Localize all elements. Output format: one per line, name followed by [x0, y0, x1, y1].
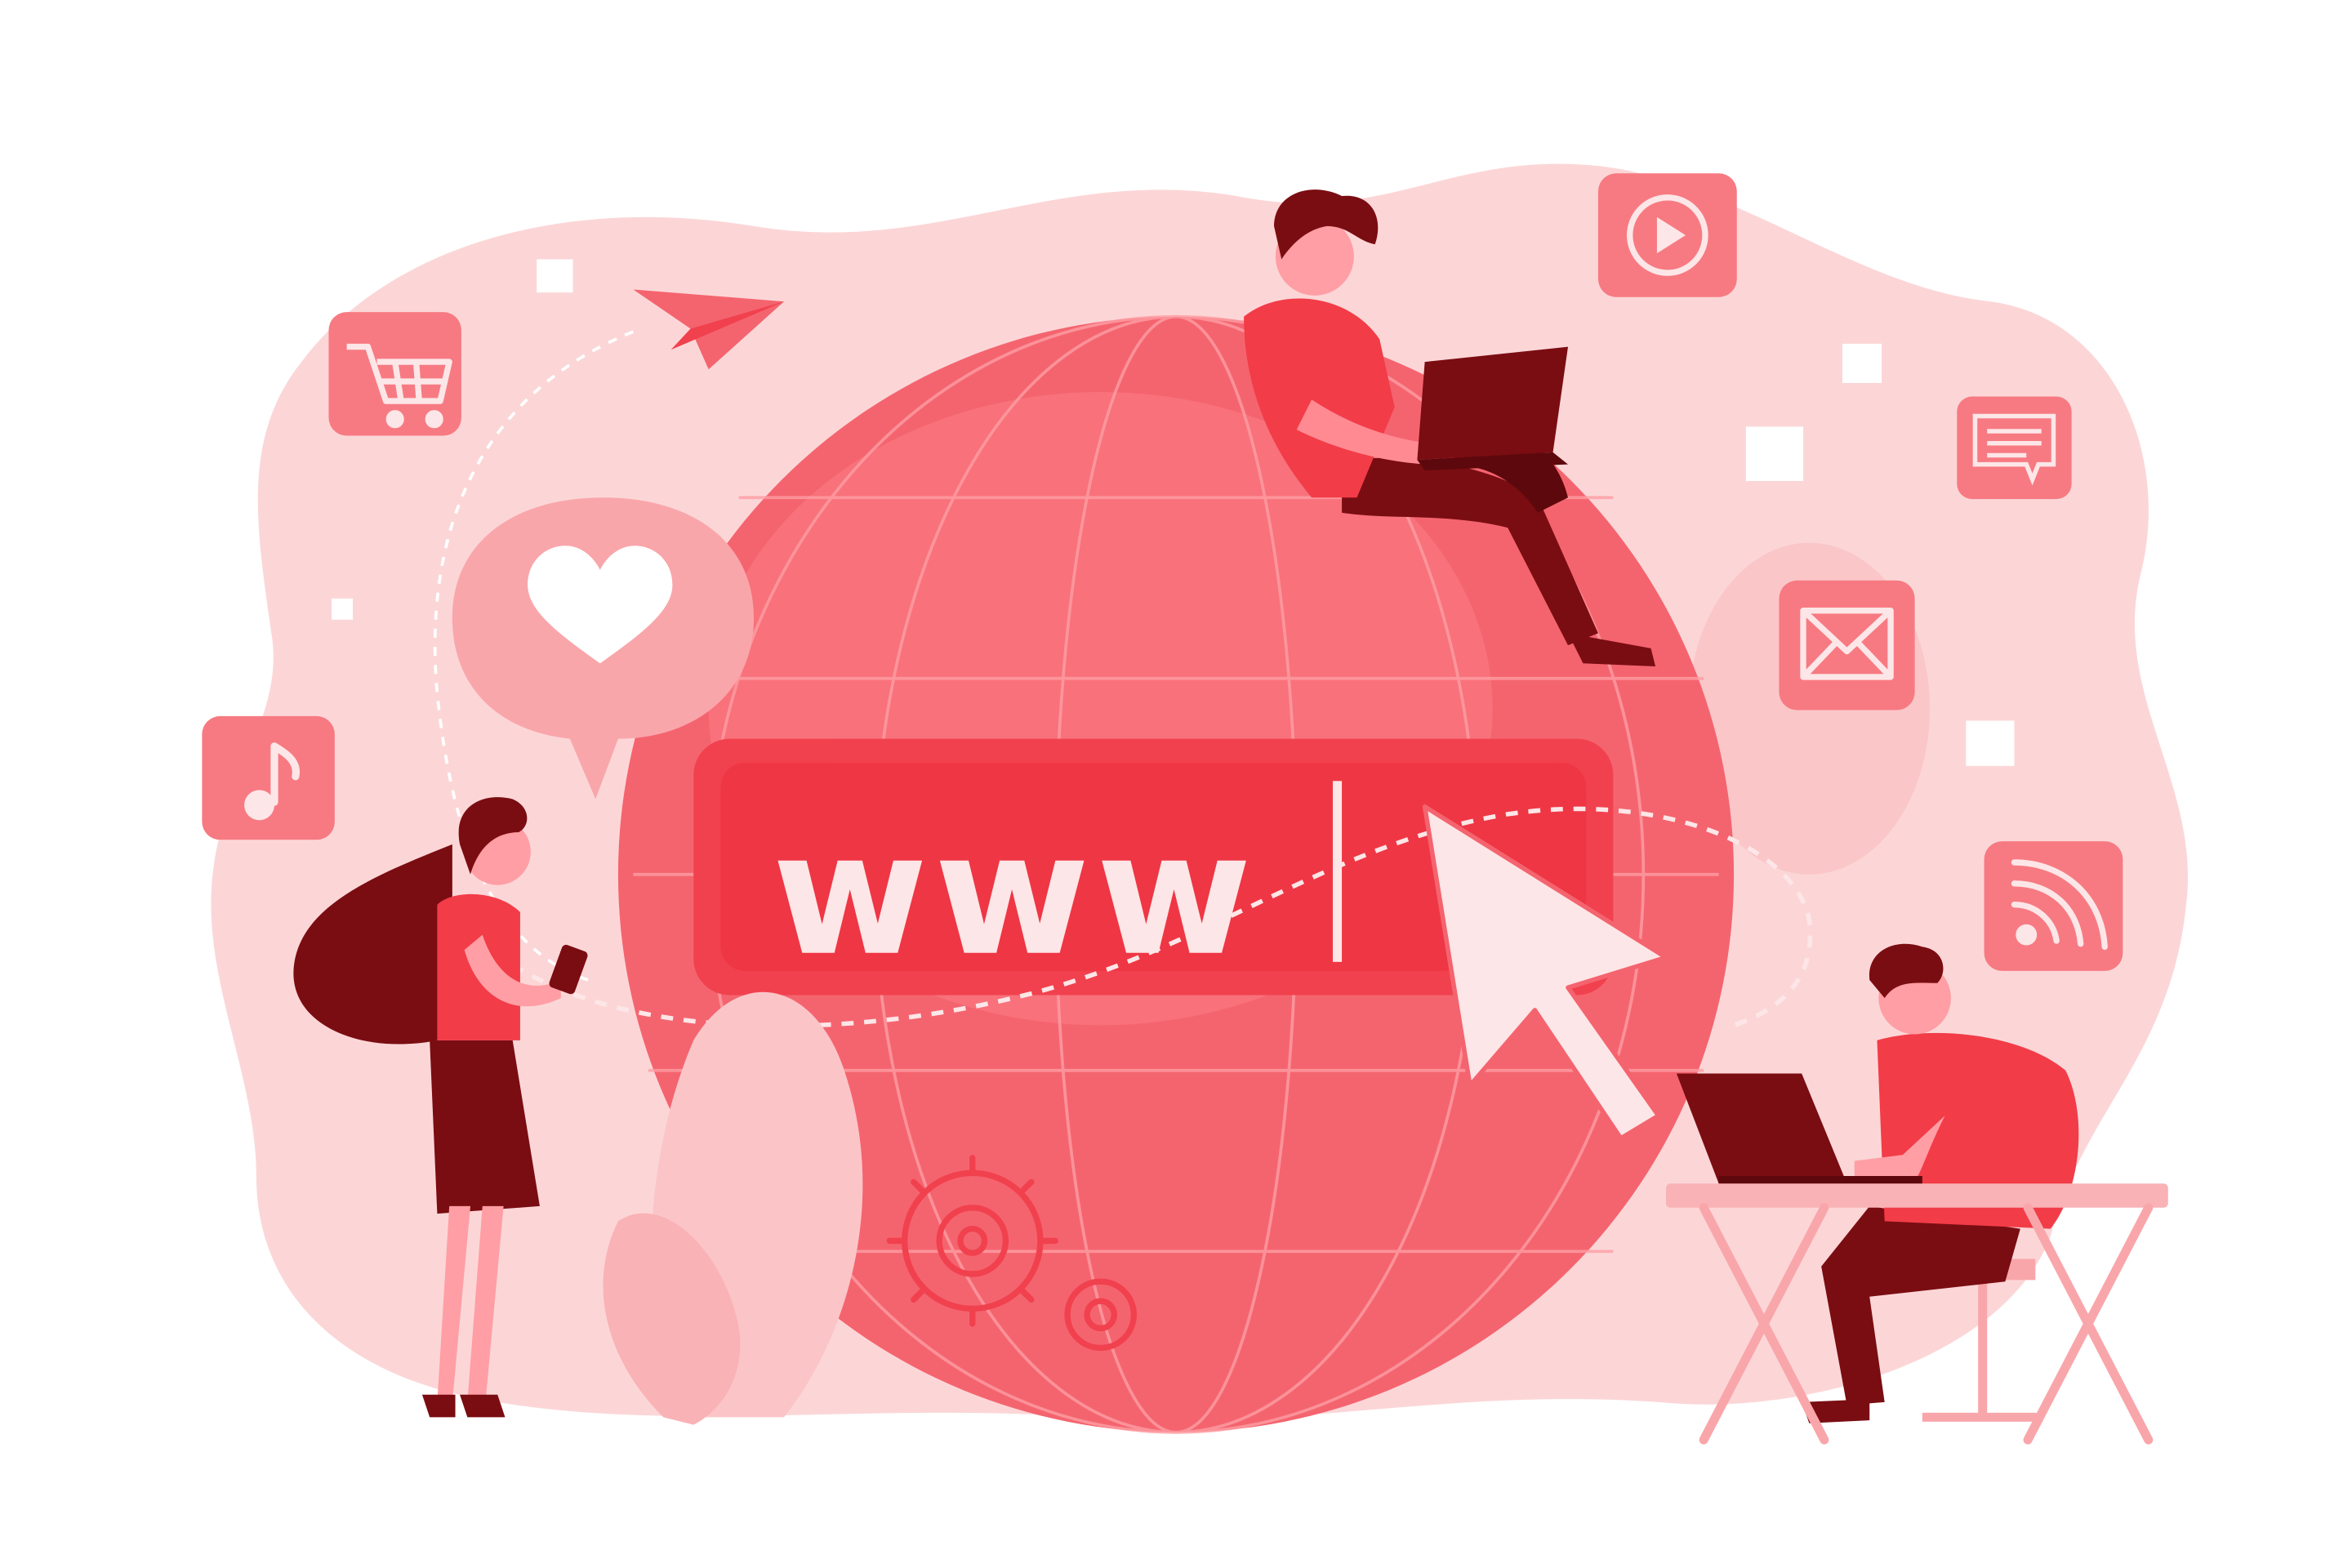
play-button-tile [1597, 173, 1737, 297]
message-tile [1957, 396, 2072, 500]
music-note-tile [202, 715, 335, 840]
text-caret [1333, 781, 1343, 962]
internet-illustration: www [0, 0, 2352, 1568]
shopping-cart-tile [328, 312, 461, 436]
deco-square [1745, 426, 1803, 481]
deco-square [1966, 720, 2015, 766]
illustration-canvas: www [202, 163, 2189, 1445]
desk [1666, 1183, 2168, 1208]
deco-square [332, 598, 353, 620]
deco-square [537, 259, 573, 293]
deco-square [1842, 343, 1882, 383]
wifi-signal-tile [1984, 841, 2123, 971]
mail-tile [1779, 580, 1915, 710]
address-bar-text: www [772, 796, 1258, 993]
